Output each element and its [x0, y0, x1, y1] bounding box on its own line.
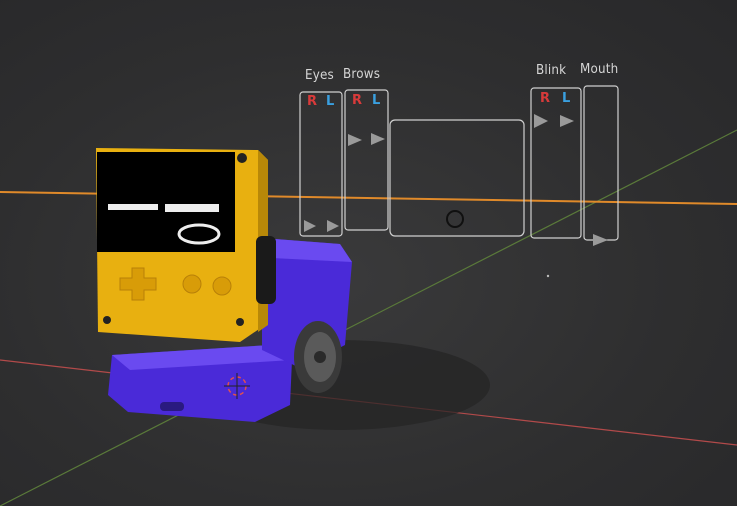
screw-top-right [237, 153, 247, 163]
left-eye-shape [108, 204, 158, 210]
robot-model[interactable] [0, 0, 737, 506]
button-a-icon[interactable] [182, 274, 202, 294]
screw-bottom-left [103, 316, 111, 324]
button-b-icon[interactable] [212, 276, 232, 296]
screw-bottom-right [236, 318, 244, 326]
device-screen [97, 152, 235, 252]
base-slot [160, 402, 184, 411]
3d-viewport[interactable]: Eyes Brows Blink Mouth R L R L R L [0, 0, 737, 506]
side-crank[interactable] [256, 236, 276, 304]
wheel-center [314, 351, 326, 363]
right-eye-shape [165, 204, 219, 212]
